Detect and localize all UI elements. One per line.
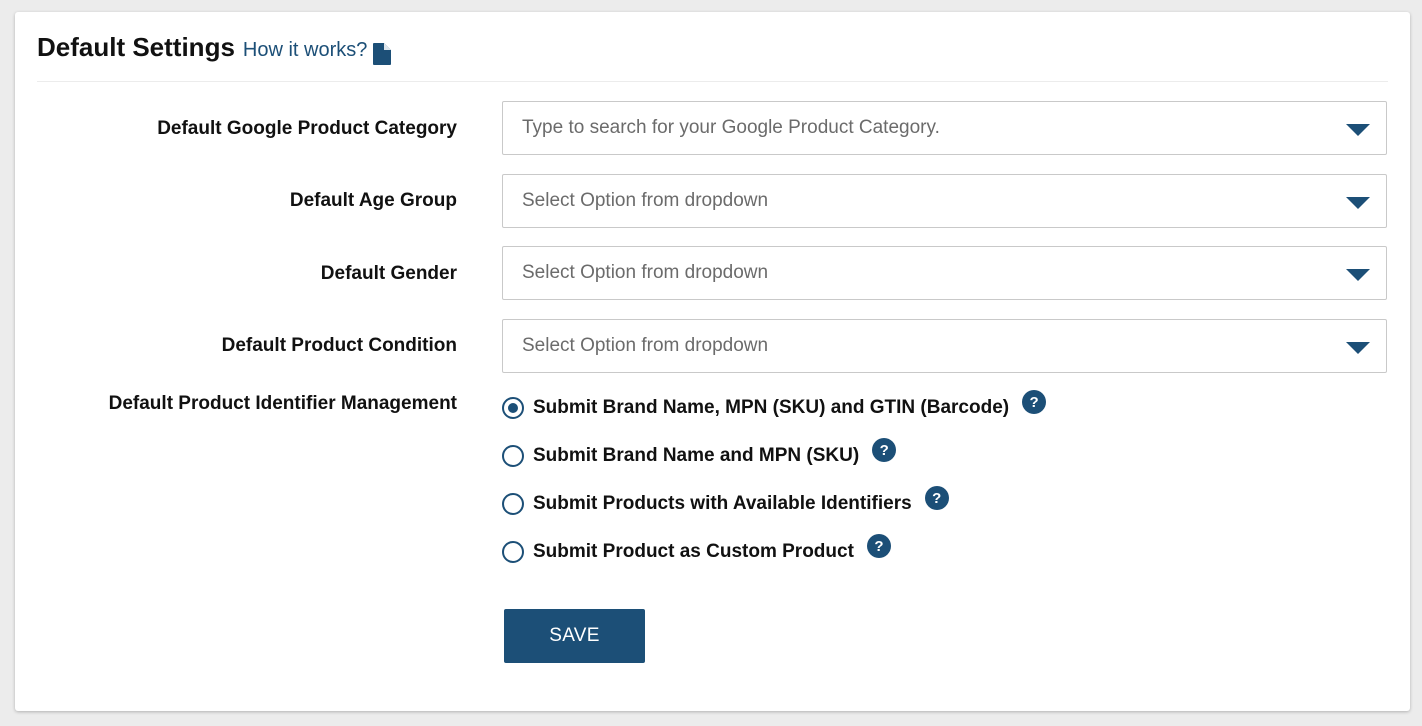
identifier-option-label: Submit Products with Available Identifie… <box>533 493 912 514</box>
google-category-label: Default Google Product Category <box>157 118 457 139</box>
help-icon[interactable]: ? <box>872 438 897 462</box>
caret-down-icon <box>1346 124 1370 136</box>
age-group-label: Default Age Group <box>289 190 457 211</box>
condition-select[interactable]: Select Option from dropdown <box>502 319 1387 373</box>
identifier-option-brand-mpn-gtin[interactable]: Submit Brand Name, MPN (SKU) and GTIN (B… <box>502 390 1047 420</box>
caret-down-icon <box>1346 342 1370 354</box>
identifier-option-custom[interactable]: Submit Product as Custom Product ? <box>502 534 891 564</box>
save-button[interactable]: SAVE <box>504 609 645 663</box>
identifier-option-label: Submit Brand Name and MPN (SKU) <box>533 445 860 466</box>
google-category-select[interactable]: Type to search for your Google Product C… <box>502 101 1387 155</box>
radio-button[interactable] <box>502 445 524 467</box>
radio-button[interactable] <box>502 493 524 515</box>
how-it-works-link[interactable]: How it works? <box>242 39 392 65</box>
condition-label: Default Product Condition <box>221 335 457 356</box>
age-group-select[interactable]: Select Option from dropdown <box>502 174 1387 228</box>
caret-down-icon <box>1346 197 1370 209</box>
page-title: Default Settings <box>37 32 235 62</box>
document-icon <box>373 42 392 65</box>
help-icon[interactable]: ? <box>866 534 891 558</box>
gender-label: Default Gender <box>320 263 457 284</box>
how-it-works-label: How it works? <box>242 39 368 61</box>
identifier-management-label: Default Product Identifier Management <box>108 393 457 414</box>
identifier-option-label: Submit Product as Custom Product <box>533 541 854 562</box>
default-settings-card: Default Settings How it works? Default G… <box>15 12 1410 711</box>
header-divider <box>37 81 1388 82</box>
radio-button-checked[interactable] <box>502 397 524 419</box>
identifier-option-label: Submit Brand Name, MPN (SKU) and GTIN (B… <box>533 397 1010 418</box>
identifier-option-available[interactable]: Submit Products with Available Identifie… <box>502 486 949 516</box>
gender-placeholder: Select Option from dropdown <box>522 262 769 283</box>
age-group-placeholder: Select Option from dropdown <box>522 190 769 211</box>
help-icon[interactable]: ? <box>924 486 949 510</box>
help-icon[interactable]: ? <box>1022 390 1047 414</box>
radio-button[interactable] <box>502 541 524 563</box>
caret-down-icon <box>1346 269 1370 281</box>
google-category-placeholder: Type to search for your Google Product C… <box>522 117 940 138</box>
card-header: Default Settings How it works? <box>37 32 392 65</box>
condition-placeholder: Select Option from dropdown <box>522 335 769 356</box>
gender-select[interactable]: Select Option from dropdown <box>502 246 1387 300</box>
identifier-option-brand-mpn[interactable]: Submit Brand Name and MPN (SKU) ? <box>502 438 897 468</box>
